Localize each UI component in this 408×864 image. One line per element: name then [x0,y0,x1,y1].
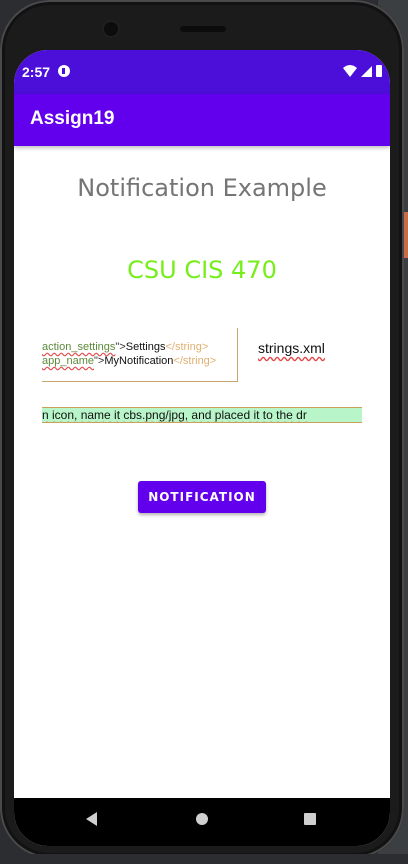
app-title: Assign19 [30,108,115,129]
phone-frame: 2:57 Assign19 Notification Example CSU C… [0,0,404,858]
strings-code-image: action_settings">Settings</string> app_n… [42,328,238,382]
status-bar: 2:57 [14,50,390,94]
instruction-image-strip: n icon, name it cbs.png/jpg, and placed … [42,407,362,423]
course-label: CSU CIS 470 [127,256,277,284]
app-bar: Assign19 [14,94,390,146]
signal-icon [361,65,372,77]
ide-bottom-strip [0,854,408,864]
wifi-icon [343,65,357,77]
battery-icon [376,65,382,77]
page-title: Notification Example [77,174,327,202]
notification-button[interactable]: NOTIFICATION [138,481,266,513]
home-icon[interactable] [196,813,208,825]
status-icons [343,65,382,77]
camera-icon [104,22,118,36]
status-time: 2:57 [22,64,51,80]
code-line-1: action_settings">Settings</string> [42,341,209,353]
instruction-text: n icon, name it cbs.png/jpg, and placed … [42,408,307,422]
device-screen: 2:57 Assign19 Notification Example CSU C… [14,50,390,846]
speaker-grille [180,26,226,32]
navigation-bar [14,798,390,846]
back-icon[interactable] [86,812,97,826]
ide-marker [404,212,408,258]
recents-icon[interactable] [304,813,316,825]
code-line-2: app_name">MyNotification</string> [42,355,217,367]
strings-xml-label: strings.xml [258,340,325,356]
app-status-icon [58,65,70,77]
